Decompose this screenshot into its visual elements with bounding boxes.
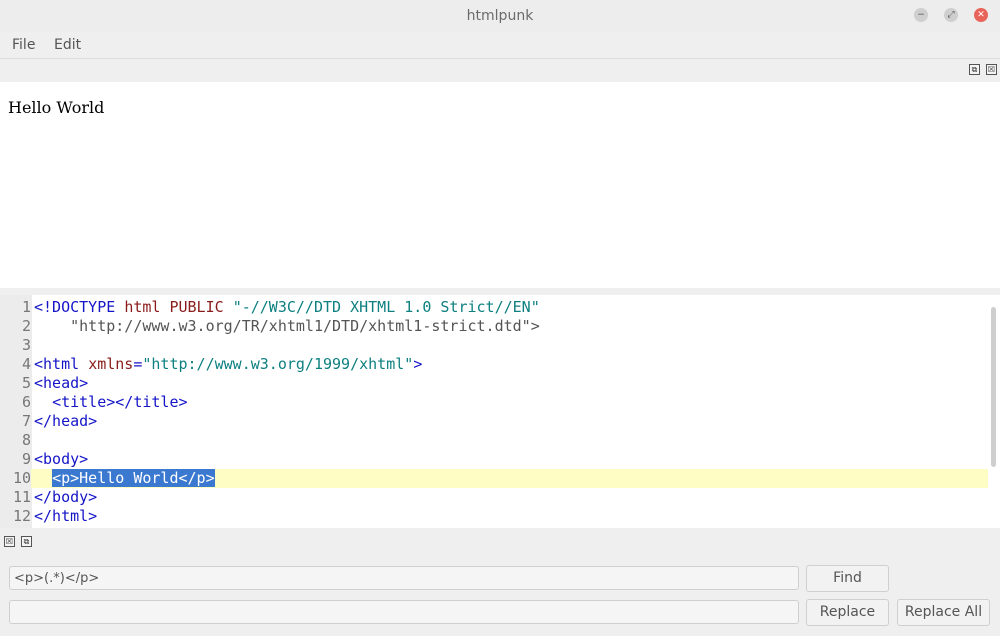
line-number: 9 (0, 450, 31, 469)
line-number: 7 (0, 412, 31, 431)
code-token: <body> (34, 450, 89, 468)
replace-all-button[interactable]: Replace All (897, 599, 990, 626)
code-text: <head> (34, 374, 88, 393)
line-number: 8 (0, 431, 31, 450)
code-line[interactable]: 3 (0, 336, 988, 355)
code-text: <p>Hello World</p> (34, 469, 215, 488)
code-line[interactable]: 11 </body> (0, 488, 988, 507)
code-token: </body> (34, 488, 98, 506)
find-replace-panel: ☒ ⧉ Find Replace Replace All (0, 528, 1000, 636)
panel-close-icon[interactable]: ☒ (4, 536, 15, 547)
source-editor[interactable]: 1 <!DOCTYPE html PUBLIC "-//W3C//DTD XHTM… (0, 295, 1000, 528)
code-line[interactable]: 1 <!DOCTYPE html PUBLIC "-//W3C//DTD XHTM… (0, 298, 988, 317)
code-token: "http://www.w3.org/1999/xhtml" (142, 355, 414, 373)
code-text: <!DOCTYPE html PUBLIC "-//W3C//DTD XHTML… (34, 298, 540, 317)
title-bar: htmlpunk − ⤢ ✕ (0, 0, 1000, 32)
menu-bar: File Edit (0, 32, 1000, 59)
code-token: html (124, 298, 161, 316)
maximize-icon[interactable]: ⤢ (944, 8, 958, 22)
replace-input[interactable] (9, 600, 799, 624)
close-icon[interactable]: ✕ (974, 8, 988, 22)
code-line[interactable]: 9 <body> (0, 450, 988, 469)
code-text: </html> (34, 507, 97, 526)
code-token: "-//W3C//DTD XHTML 1.0 Strict//EN" (232, 298, 540, 316)
code-token: </head> (34, 412, 98, 430)
preview-content: Hello World (8, 98, 105, 117)
menu-edit[interactable]: Edit (54, 37, 81, 53)
code-line[interactable]: 12 </html> (0, 507, 988, 526)
code-text: <title></title> (34, 393, 188, 412)
find-input[interactable] (9, 566, 799, 590)
line-number: 3 (0, 336, 31, 355)
panel-float-icon[interactable]: ⧉ (21, 536, 32, 547)
code-line[interactable]: 5 <head> (0, 374, 988, 393)
find-button[interactable]: Find (806, 565, 889, 592)
code-token: PUBLIC (169, 298, 224, 316)
line-number: 6 (0, 393, 31, 412)
code-token: > (413, 355, 423, 373)
code-token: <title></title> (52, 393, 188, 411)
line-number: 11 (0, 488, 31, 507)
editor-vertical-scrollbar[interactable] (991, 307, 996, 467)
line-number: 12 (0, 507, 31, 526)
menu-file[interactable]: File (12, 37, 35, 53)
code-line[interactable]: 10 <p>Hello World</p> (0, 469, 988, 488)
code-token: <html (34, 355, 80, 373)
line-number: 5 (0, 374, 31, 393)
line-number: 4 (0, 355, 31, 374)
window-title: htmlpunk (466, 8, 534, 24)
preview-dock-header: ⧉ ☒ (0, 64, 1000, 78)
code-line[interactable]: 2 "http://www.w3.org/TR/xhtml1/DTD/xhtml… (0, 317, 988, 336)
dock-close-icon[interactable]: ☒ (986, 64, 997, 75)
code-text: <body> (34, 450, 88, 469)
line-number: 1 (0, 298, 31, 317)
code-text: </body> (34, 488, 97, 507)
code-text: <html xmlns="http://www.w3.org/1999/xhtm… (34, 355, 422, 374)
dock-float-icon[interactable]: ⧉ (969, 64, 980, 75)
code-token: "http://www.w3.org/TR/xhtml1/DTD/xhtml1-… (70, 317, 540, 335)
line-number: 10 (0, 469, 31, 488)
code-line[interactable]: 8 (0, 431, 988, 450)
code-line[interactable]: 6 <title></title> (0, 393, 988, 412)
minimize-icon[interactable]: − (914, 8, 928, 22)
code-line[interactable]: 7 </head> (0, 412, 988, 431)
code-token: <!DOCTYPE (34, 298, 116, 316)
code-token: <head> (34, 374, 89, 392)
code-token: </html> (34, 507, 98, 525)
html-preview-pane: Hello World (0, 82, 1000, 288)
selected-text: <p>Hello World</p> (52, 469, 215, 487)
code-text: </head> (34, 412, 97, 431)
code-token: xmlns (88, 355, 134, 373)
code-text: "http://www.w3.org/TR/xhtml1/DTD/xhtml1-… (34, 317, 540, 336)
line-number: 2 (0, 317, 31, 336)
code-line[interactable]: 4 <html xmlns="http://www.w3.org/1999/xht… (0, 355, 988, 374)
replace-button[interactable]: Replace (806, 599, 889, 626)
